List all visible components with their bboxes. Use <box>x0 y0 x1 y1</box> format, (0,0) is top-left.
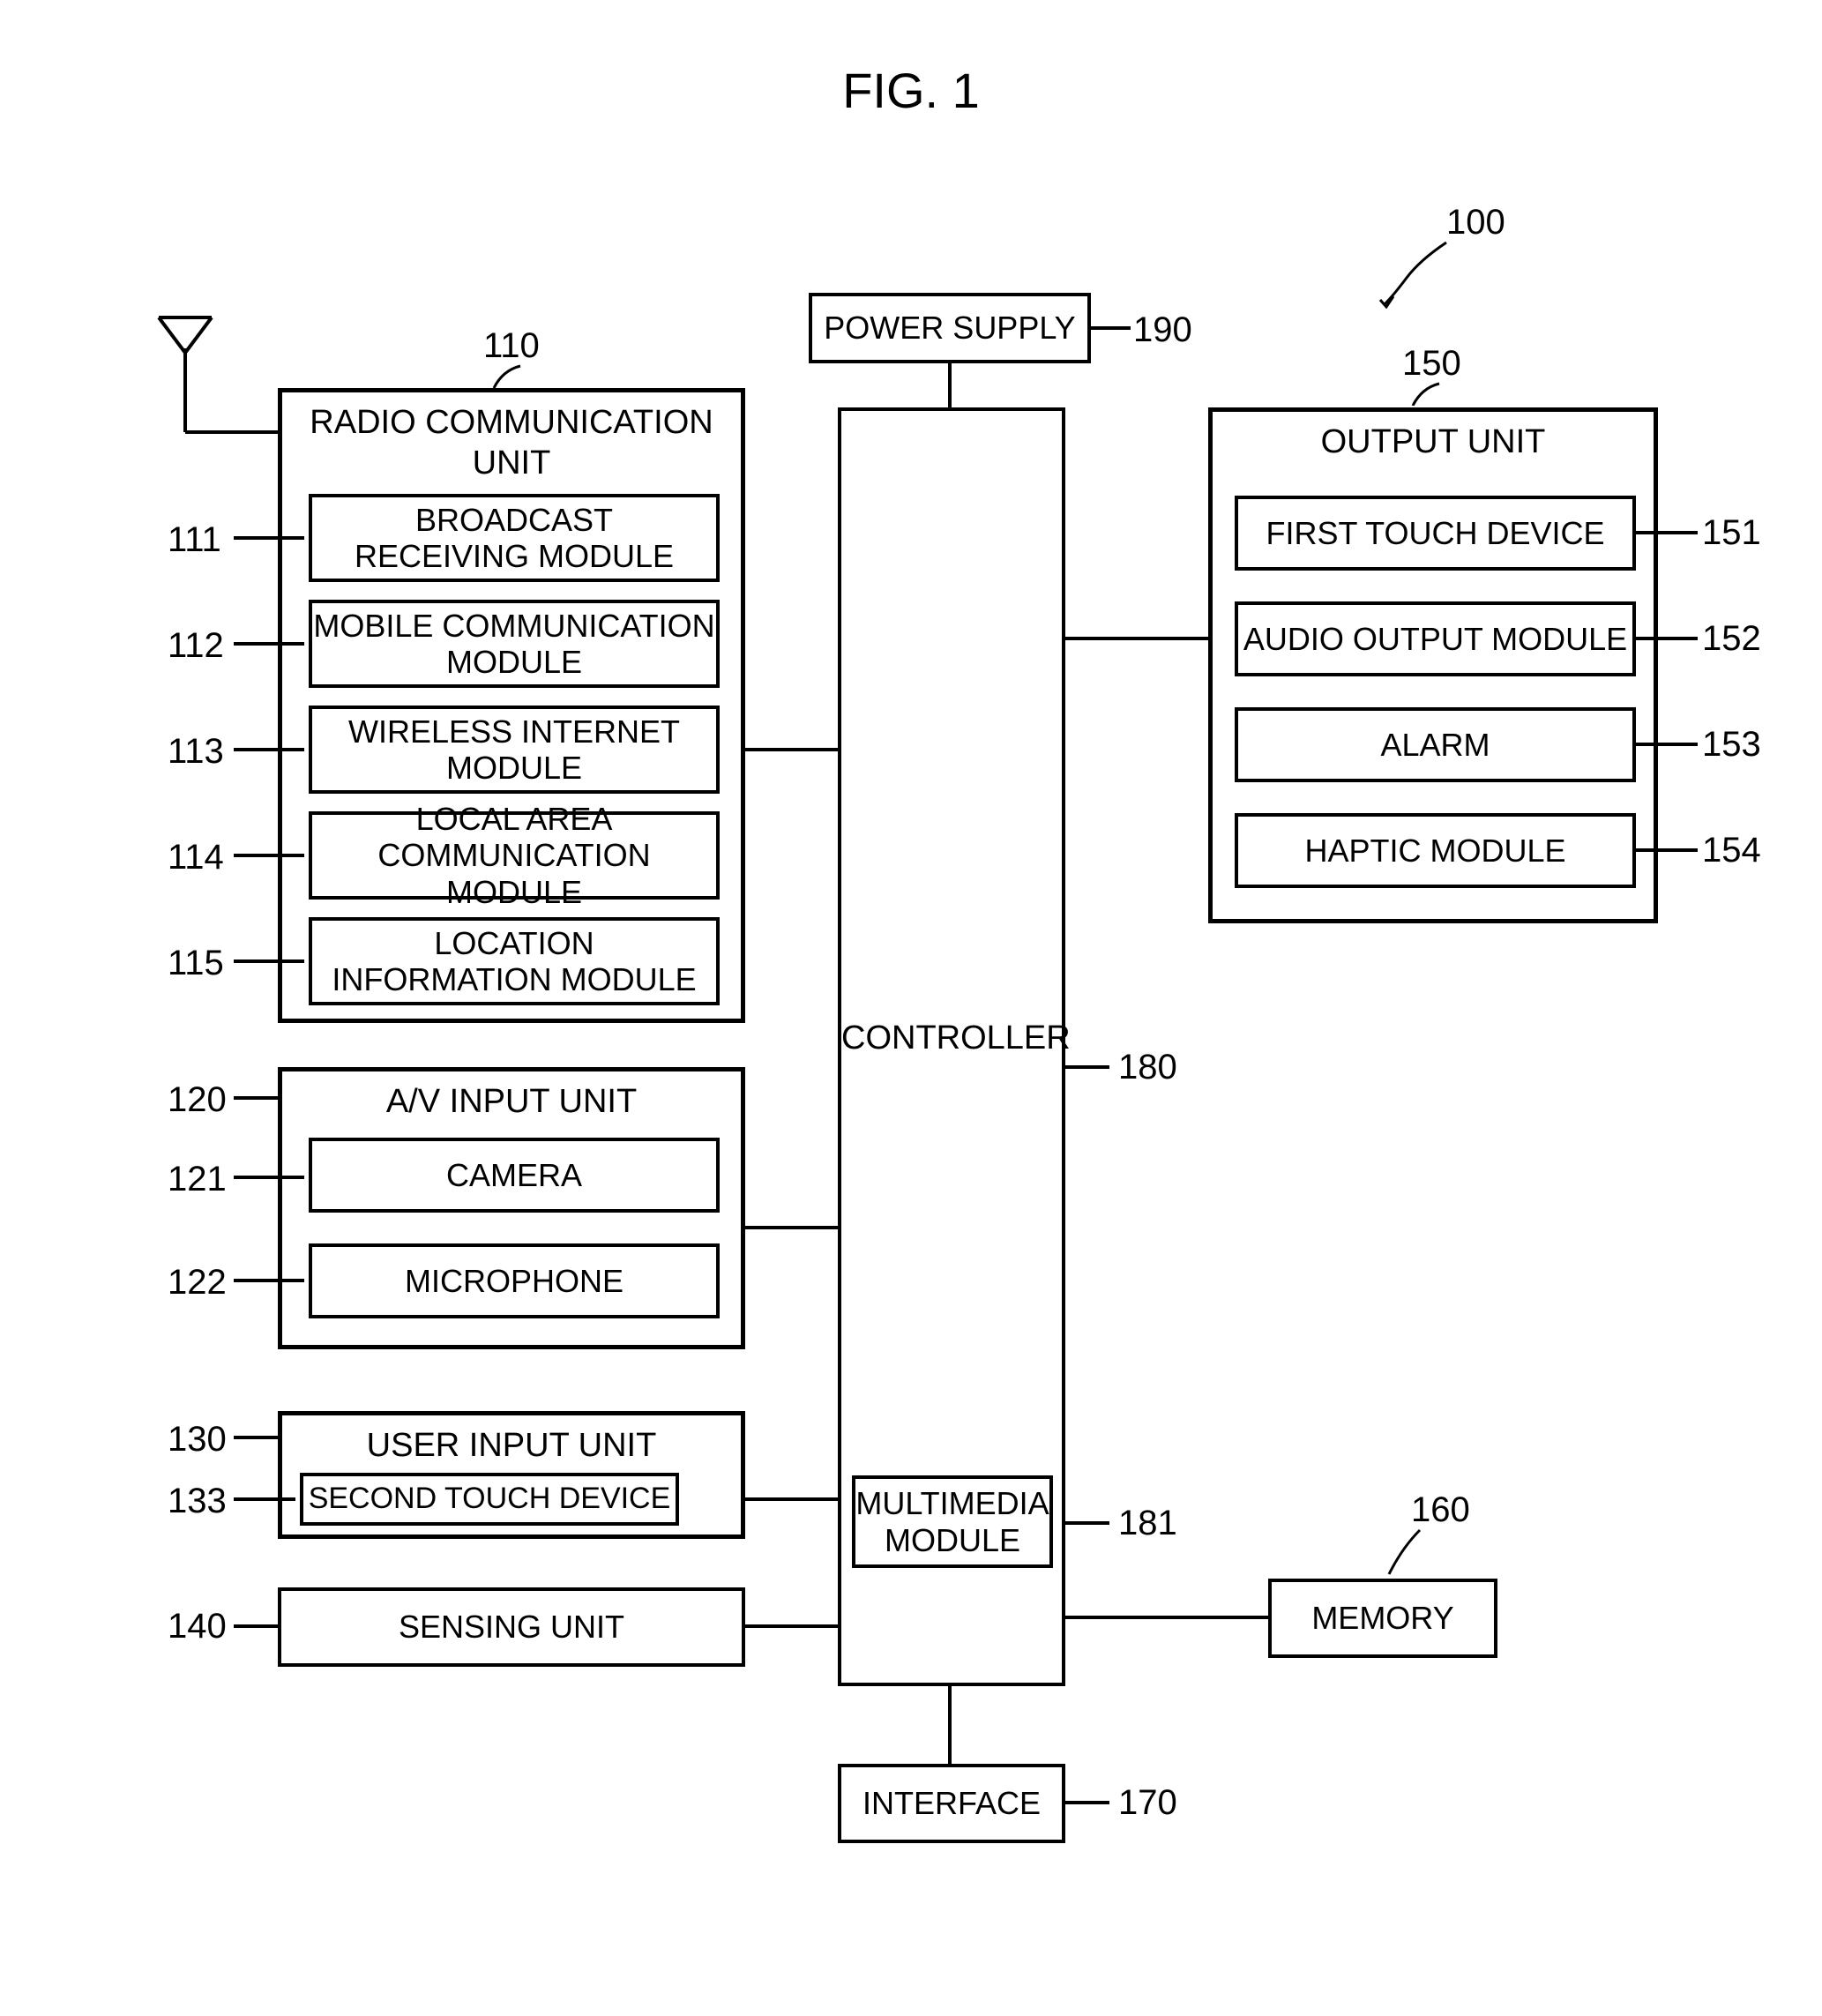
ref-130: 130 <box>168 1420 227 1460</box>
av-module-0: CAMERA <box>309 1138 720 1213</box>
interface-box: INTERFACE <box>838 1764 1065 1843</box>
conn-sensing-controller <box>745 1624 838 1628</box>
output-module-1: AUDIO OUTPUT MODULE <box>1235 601 1636 676</box>
ref-115: 115 <box>168 944 224 983</box>
output-unit-title: OUTPUT UNIT <box>1213 412 1654 463</box>
ref-170: 170 <box>1118 1783 1177 1823</box>
output-unit-box: OUTPUT UNIT FIRST TOUCH DEVICE AUDIO OUT… <box>1208 407 1658 923</box>
leader-181 <box>1065 1521 1109 1525</box>
conn-controller-memory <box>1065 1616 1268 1619</box>
av-module-1: MICROPHONE <box>309 1243 720 1318</box>
leader-154 <box>1636 848 1698 852</box>
output-module-3: HAPTIC MODULE <box>1235 813 1636 888</box>
leader-133 <box>234 1497 295 1501</box>
multimedia-module-box: MULTIMEDIA MODULE <box>852 1475 1053 1568</box>
conn-radio-controller <box>745 748 838 751</box>
output-module-2: ALARM <box>1235 707 1636 782</box>
second-touch-device: SECOND TOUCH DEVICE <box>300 1473 679 1526</box>
ref-radio-unit: 110 <box>483 326 540 366</box>
conn-controller-interface <box>948 1686 952 1764</box>
ref-133: 133 <box>168 1482 227 1521</box>
leader-115 <box>234 959 304 963</box>
controller-box: CONTROLLER MULTIMEDIA MODULE <box>838 407 1065 1686</box>
ref-113: 113 <box>168 732 224 772</box>
user-input-box: USER INPUT UNIT SECOND TOUCH DEVICE <box>278 1411 745 1539</box>
radio-unit-title: RADIO COMMUNICATION UNIT <box>282 392 741 483</box>
ref-160: 160 <box>1411 1490 1470 1530</box>
radio-unit-box: RADIO COMMUNICATION UNIT BROADCAST RECEI… <box>278 388 745 1023</box>
conn-power-controller <box>948 363 952 407</box>
ref-power-supply: 190 <box>1133 310 1192 350</box>
radio-module-0: BROADCAST RECEIVING MODULE <box>309 494 720 582</box>
leader-153 <box>1636 743 1698 746</box>
ref-system: 100 <box>1446 203 1505 243</box>
leader-121 <box>234 1176 304 1179</box>
ref-122: 122 <box>168 1263 227 1303</box>
output-module-0: FIRST TOUCH DEVICE <box>1235 496 1636 571</box>
leader-150 <box>1408 379 1444 406</box>
leader-113 <box>234 748 304 751</box>
leader-122 <box>234 1279 304 1282</box>
ref-111: 111 <box>168 520 221 560</box>
leader-140 <box>234 1624 278 1628</box>
leader-114 <box>234 854 304 857</box>
leader-110 <box>489 362 525 388</box>
ref-112: 112 <box>168 626 224 666</box>
power-supply-box: POWER SUPPLY <box>809 293 1091 363</box>
leader-system <box>1376 238 1455 309</box>
av-unit-box: A/V INPUT UNIT CAMERA MICROPHONE <box>278 1067 745 1349</box>
leader-130 <box>234 1436 278 1439</box>
radio-module-3: LOCAL AREA COMMUNICATION MODULE <box>309 811 720 900</box>
radio-module-2: WIRELESS INTERNET MODULE <box>309 706 720 794</box>
leader-120 <box>234 1096 278 1100</box>
sensing-unit-box: SENSING UNIT <box>278 1587 745 1667</box>
ref-140: 140 <box>168 1607 227 1646</box>
memory-box: MEMORY <box>1268 1579 1497 1658</box>
radio-module-1: MOBILE COMMUNICATION MODULE <box>309 600 720 688</box>
antenna-icon <box>150 309 220 432</box>
ref-121: 121 <box>168 1160 227 1199</box>
leader-170 <box>1065 1801 1109 1804</box>
antenna-connector <box>185 430 278 434</box>
ref-152: 152 <box>1702 619 1761 659</box>
leader-151 <box>1636 531 1698 534</box>
leader-160 <box>1380 1526 1424 1579</box>
conn-userinput-controller <box>745 1497 838 1501</box>
leader-180 <box>1065 1065 1109 1069</box>
ref-153: 153 <box>1702 725 1761 765</box>
ref-154: 154 <box>1702 831 1761 870</box>
leader-112 <box>234 642 304 646</box>
leader-190 <box>1091 326 1131 330</box>
leader-152 <box>1636 637 1698 640</box>
ref-120: 120 <box>168 1080 227 1120</box>
figure-title: FIG. 1 <box>842 62 980 119</box>
user-input-title: USER INPUT UNIT <box>282 1415 741 1467</box>
ref-114: 114 <box>168 838 224 877</box>
conn-controller-output <box>1065 637 1208 640</box>
leader-111 <box>234 536 304 540</box>
ref-multimedia: 181 <box>1118 1504 1177 1543</box>
conn-av-controller <box>745 1226 838 1229</box>
ref-150: 150 <box>1402 344 1461 384</box>
ref-controller: 180 <box>1118 1048 1177 1087</box>
controller-label: CONTROLLER <box>841 1019 1062 1057</box>
radio-module-4: LOCATION INFORMATION MODULE <box>309 917 720 1005</box>
ref-151: 151 <box>1702 513 1761 553</box>
av-unit-title: A/V INPUT UNIT <box>282 1071 741 1123</box>
